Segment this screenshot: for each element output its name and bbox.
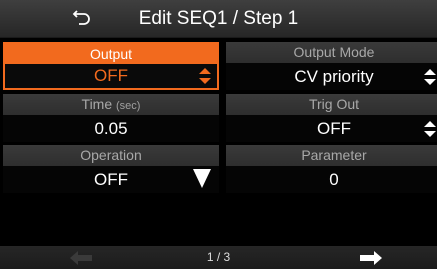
- output-value[interactable]: OFF: [5, 64, 217, 88]
- updown-icon[interactable]: [199, 68, 211, 84]
- footer-bar: 1 / 3: [0, 246, 437, 269]
- title-bar: Edit SEQ1 / Step 1: [0, 0, 437, 38]
- parameter-label: Parameter: [226, 145, 437, 166]
- trig-out-param[interactable]: Trig Out OFF: [226, 94, 437, 142]
- trig-out-label: Trig Out: [226, 94, 437, 115]
- output-label: Output: [5, 44, 217, 64]
- output-mode-value-text: CV priority: [294, 67, 374, 86]
- output-mode-label: Output Mode: [226, 42, 437, 63]
- arrow-right-icon[interactable]: [360, 251, 382, 265]
- operation-param[interactable]: Operation OFF: [3, 145, 219, 193]
- time-value[interactable]: 0.05: [3, 115, 219, 142]
- parameter-value[interactable]: 0: [226, 166, 437, 193]
- operation-value[interactable]: OFF: [3, 166, 219, 193]
- trig-out-value[interactable]: OFF: [226, 115, 437, 142]
- output-mode-value[interactable]: CV priority: [226, 63, 437, 90]
- page-title: Edit SEQ1 / Step 1: [138, 8, 299, 29]
- updown-icon[interactable]: [424, 120, 436, 137]
- parameter-param[interactable]: Parameter 0: [226, 145, 437, 193]
- output-param[interactable]: Output OFF: [3, 42, 219, 90]
- operation-label: Operation: [3, 145, 219, 166]
- time-param[interactable]: Time (sec) 0.05: [3, 94, 219, 142]
- output-value-text: OFF: [94, 66, 128, 85]
- time-label: Time (sec): [3, 94, 219, 115]
- dropdown-triangle-icon[interactable]: [193, 169, 211, 188]
- time-unit: (sec): [116, 100, 141, 112]
- output-mode-param[interactable]: Output Mode CV priority: [226, 42, 437, 90]
- operation-value-text: OFF: [94, 170, 128, 189]
- trig-out-value-text: OFF: [317, 119, 351, 138]
- time-label-text: Time: [81, 96, 113, 112]
- updown-icon[interactable]: [424, 68, 436, 85]
